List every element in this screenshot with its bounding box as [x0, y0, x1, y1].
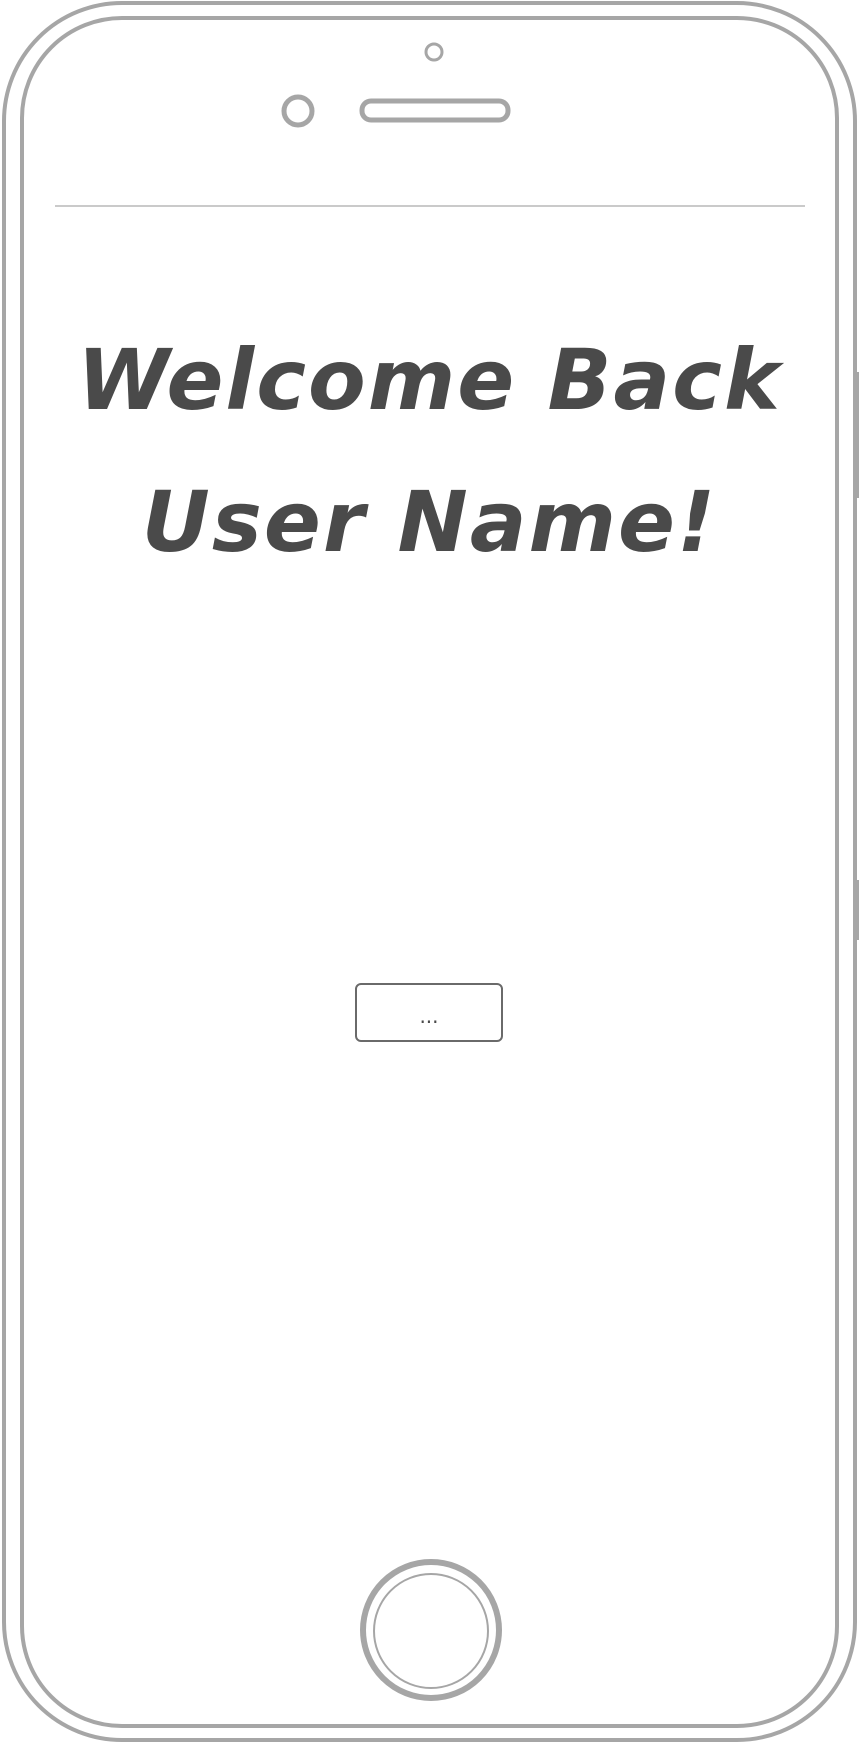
user-name-heading: User Name! — [141, 473, 718, 571]
app-screen: Welcome Back User Name! ... — [0, 0, 859, 1743]
continue-button[interactable]: ... — [355, 983, 503, 1042]
continue-button-label: ... — [419, 1003, 439, 1028]
welcome-heading: Welcome Back — [77, 331, 782, 429]
